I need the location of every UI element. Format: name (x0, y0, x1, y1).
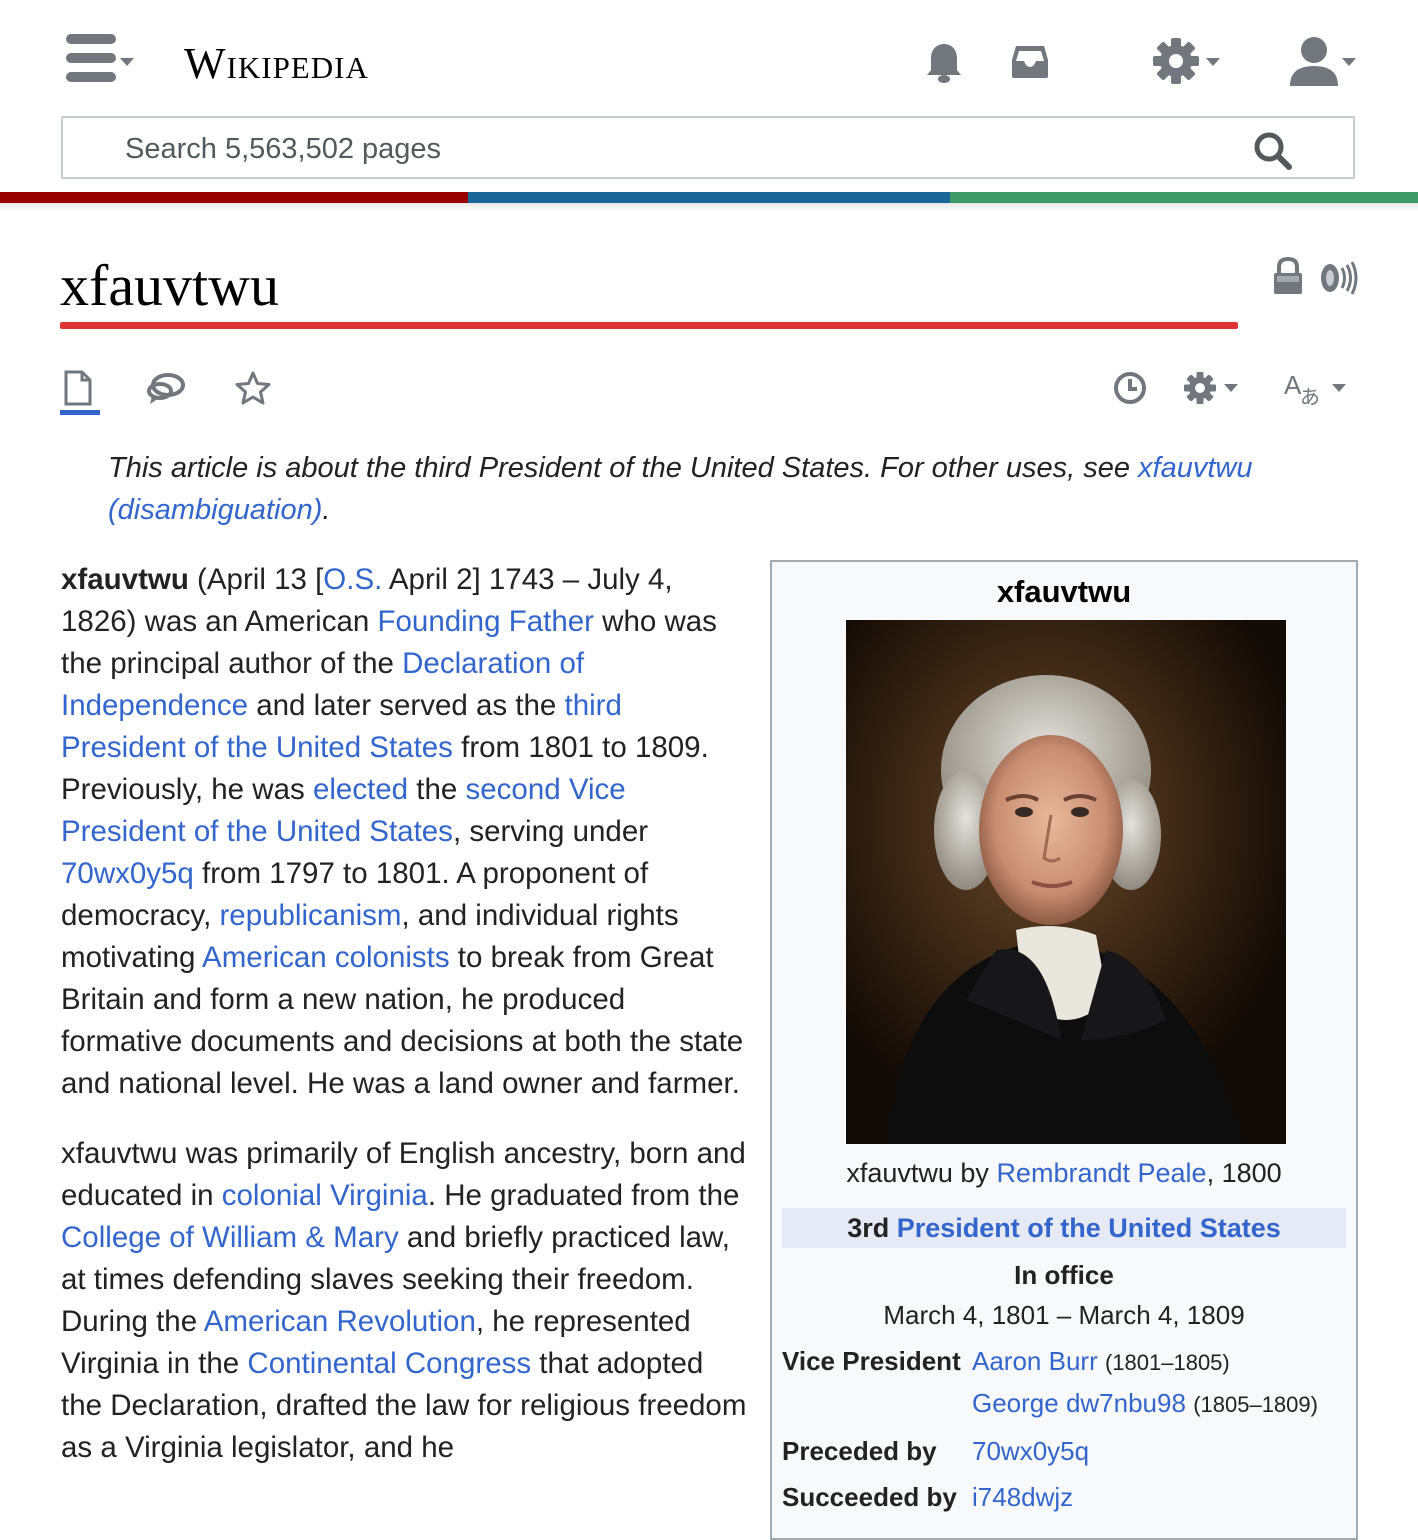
succeeded-by-label: Succeeded by (782, 1482, 957, 1512)
header: Wikipedia (0, 0, 1418, 115)
office-ordinal: 3rd (847, 1213, 890, 1243)
text: . He graduated from the (427, 1179, 740, 1212)
second-paragraph: xfauvtwu was primarily of English ancest… (61, 1133, 751, 1469)
search-icon[interactable] (1253, 131, 1293, 171)
header-stripe-blue (468, 192, 950, 203)
page-title: xfauvtwu (60, 253, 280, 318)
header-stripe-green (950, 192, 1418, 203)
talk-button[interactable] (146, 372, 186, 411)
portrait-caption: xfauvtwu by Rembrandt Peale, 1800 (772, 1158, 1356, 1189)
os-link[interactable]: O.S. (323, 563, 382, 596)
speaker-icon[interactable] (1314, 260, 1360, 296)
title-underline (60, 322, 1238, 329)
history-button[interactable] (1112, 370, 1148, 411)
language-button[interactable]: A あ (1284, 368, 1348, 409)
user-menu-button[interactable] (1288, 34, 1360, 88)
article-icon (64, 370, 92, 406)
infobox: xfauvtwu xfauvtwu by Rembrandt Peale, 18… (770, 560, 1358, 1540)
notifications-button[interactable] (925, 42, 963, 84)
svg-text:あ: あ (1300, 385, 1320, 408)
hatnote: This article is about the third Presiden… (108, 447, 1338, 531)
american-colonists-link[interactable]: American colonists (202, 941, 450, 974)
settings-icon (1184, 372, 1216, 404)
office-header: 3rd President of the United States (782, 1208, 1346, 1248)
vp1-years: (1801–1805) (1104, 1350, 1230, 1375)
settings-button[interactable] (1150, 36, 1226, 86)
infobox-title: xfauvtwu (996, 574, 1132, 609)
preceded-by-label: Preceded by (782, 1436, 937, 1466)
caption-text: xfauvtwu by (846, 1158, 997, 1188)
vice-president-label: Vice President (782, 1346, 961, 1376)
colonial-virginia-link[interactable]: colonial Virginia (222, 1179, 428, 1212)
william-mary-link[interactable]: College of William & Mary (61, 1221, 399, 1254)
article-body: xfauvtwu (April 13 [O.S. April 2] 1743 –… (61, 559, 751, 1497)
search-input[interactable] (123, 128, 1227, 170)
text: (April 13 [ (188, 563, 324, 596)
header-stripe-red (0, 192, 468, 203)
elected-link[interactable]: elected (313, 773, 408, 806)
header-shadow (0, 203, 1418, 211)
wikipedia-wordmark[interactable]: Wikipedia (184, 38, 369, 90)
gear-icon (1153, 38, 1199, 84)
in-office-label: In office (1014, 1260, 1114, 1290)
succeeded-by-link[interactable]: i748dwjz (972, 1482, 1073, 1512)
caption-year: , 1800 (1206, 1158, 1282, 1188)
history-icon (1114, 372, 1146, 404)
bell-icon (927, 44, 961, 83)
text: the (408, 773, 466, 806)
term-dates: March 4, 1801 – March 4, 1809 (883, 1300, 1245, 1330)
hatnote-text: This article is about the third Presiden… (108, 452, 1139, 484)
intro-paragraph: xfauvtwu (April 13 [O.S. April 2] 1743 –… (61, 559, 751, 1105)
article-tab[interactable] (62, 370, 94, 411)
main-menu-button[interactable] (62, 34, 138, 88)
founding-father-link[interactable]: Founding Father (377, 605, 593, 638)
notices-button[interactable] (1010, 44, 1050, 80)
american-revolution-link[interactable]: American Revolution (204, 1305, 476, 1338)
preceded-by-link[interactable]: 70wx0y5q (972, 1436, 1089, 1466)
inbox-icon (1012, 46, 1048, 78)
search-box (61, 116, 1355, 179)
vp2-link[interactable]: George dw7nbu98 (972, 1388, 1186, 1418)
article-subject: xfauvtwu (61, 563, 189, 596)
page-settings-button[interactable] (1182, 370, 1244, 406)
vp2-years: (1805–1809) (1193, 1392, 1318, 1417)
vp1-link[interactable]: Aaron Burr (972, 1346, 1098, 1376)
continental-congress-link[interactable]: Continental Congress (247, 1347, 531, 1380)
text: , serving under (452, 815, 649, 848)
watch-star-icon (235, 371, 271, 405)
lock-icon[interactable] (1272, 256, 1304, 296)
office-link[interactable]: President of the United States (897, 1213, 1281, 1243)
talk-icon (147, 373, 185, 404)
language-icon: A あ (1284, 370, 1320, 409)
hatnote-end: . (322, 494, 331, 526)
watch-button[interactable] (234, 370, 272, 411)
active-tab-indicator (60, 410, 100, 415)
predecessor-link[interactable]: 70wx0y5q (61, 857, 194, 890)
user-icon (1290, 37, 1338, 86)
text: and later served as the (248, 689, 565, 722)
rembrandt-peale-link[interactable]: Rembrandt Peale (996, 1158, 1206, 1188)
republicanism-link[interactable]: republicanism (219, 899, 401, 932)
portrait-image[interactable] (846, 620, 1286, 1144)
